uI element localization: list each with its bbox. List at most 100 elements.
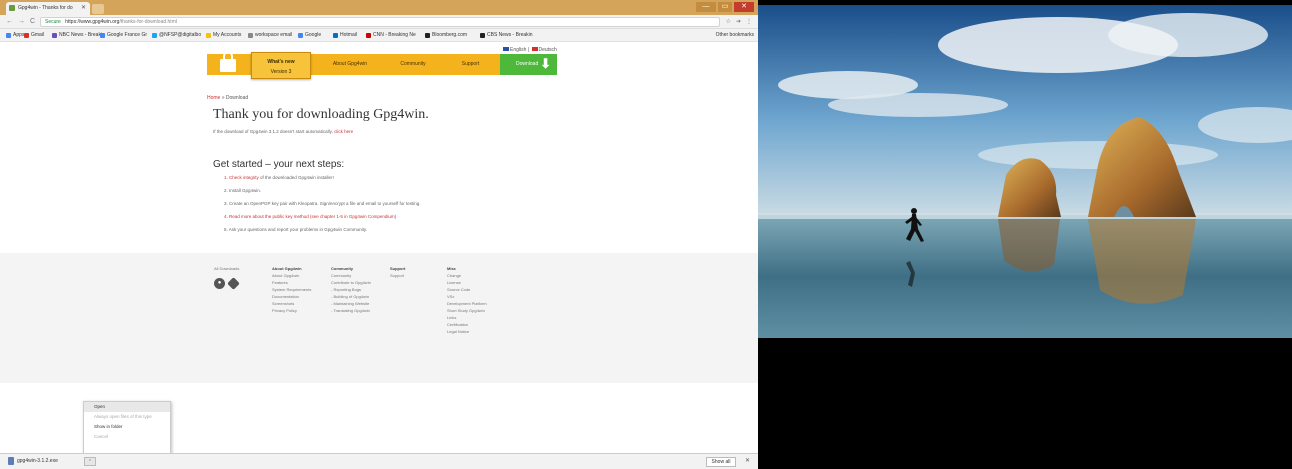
minimize-button[interactable]: — bbox=[696, 2, 716, 12]
download-arrow-icon: ⬇ bbox=[540, 56, 551, 71]
download-item[interactable]: gpg4win-3.1.2.exe bbox=[8, 457, 58, 465]
step-item: 2. Install Gpg4win. bbox=[224, 188, 421, 201]
close-window-button[interactable]: ✕ bbox=[734, 2, 754, 12]
footer-link[interactable]: Short Study Gpg4win bbox=[447, 307, 487, 314]
step-item: 4. Read more about the public key method… bbox=[224, 214, 421, 227]
footer-link[interactable]: Privacy Policy bbox=[272, 307, 311, 314]
tab-close-icon[interactable]: ✕ bbox=[81, 4, 86, 11]
bookmark-favicon-icon bbox=[24, 32, 29, 38]
footer-link[interactable]: Screenshots bbox=[272, 300, 311, 307]
bookmark-favicon-icon bbox=[425, 32, 430, 38]
click-here-link[interactable]: click here bbox=[334, 129, 353, 134]
bookmark-item[interactable]: My Accounts bbox=[206, 32, 241, 38]
footer-link[interactable]: - Reporting Bugs bbox=[331, 286, 371, 293]
bookmark-item[interactable]: @NFSP@digitalbo bbox=[152, 32, 201, 38]
bookmark-item[interactable]: NBC News - Breakin bbox=[52, 32, 105, 38]
bookmark-favicon-icon bbox=[298, 32, 303, 38]
footer-link[interactable]: About Gpg4win bbox=[272, 272, 311, 279]
whats-new-title: What's new bbox=[267, 59, 295, 65]
browser-tab[interactable]: Gpg4win - Thanks for do ✕ bbox=[6, 2, 90, 15]
desktop-black-area bbox=[758, 338, 1292, 469]
breadcrumb-home[interactable]: Home bbox=[207, 95, 220, 101]
github-icon[interactable]: ● bbox=[214, 278, 225, 289]
subline-text: If the download of Gpg4win 3.1.2 doesn't… bbox=[213, 129, 333, 134]
footer-all-downloads[interactable]: All Downloads bbox=[214, 265, 239, 272]
download-menu-caret[interactable]: ⌃ bbox=[84, 457, 96, 466]
back-icon[interactable]: ← bbox=[6, 18, 13, 25]
new-tab-button[interactable] bbox=[92, 4, 104, 14]
footer-link[interactable]: Contribute to Gpg4win bbox=[331, 279, 371, 286]
context-menu-item[interactable]: Open bbox=[84, 402, 170, 412]
forward-icon[interactable]: → bbox=[18, 18, 25, 25]
bookmark-item[interactable]: workspace email bbox=[248, 32, 292, 38]
bookmark-item[interactable]: Google bbox=[298, 32, 321, 38]
bookmark-item[interactable]: Gmail bbox=[24, 32, 44, 38]
nav-community[interactable]: Community bbox=[383, 54, 443, 75]
footer-link[interactable]: - Translating Gpg4win bbox=[331, 307, 371, 314]
download-context-menu: Open Always open files of this type Show i… bbox=[83, 401, 171, 456]
nav-about[interactable]: About Gpg4win bbox=[320, 54, 380, 75]
footer-link[interactable]: Documentation bbox=[272, 293, 311, 300]
step-link[interactable]: 1. Check integrity bbox=[224, 175, 259, 180]
step-text: 3. Create an OpenPGP key pair with Kleop… bbox=[224, 201, 421, 206]
window-controls: — ▭ ✕ bbox=[696, 2, 754, 13]
whats-new-badge[interactable]: What's new Version 3 bbox=[251, 52, 311, 79]
footer-link[interactable]: Support bbox=[390, 272, 405, 279]
nav-download-button[interactable]: Download ⬇ bbox=[500, 54, 557, 75]
shelf-close-icon[interactable]: ✕ bbox=[745, 457, 750, 464]
bookmark-item[interactable]: CBS News - Breakin bbox=[480, 32, 533, 38]
diaspora-icon[interactable] bbox=[227, 277, 240, 290]
bookmark-item[interactable]: Hotmail bbox=[333, 32, 357, 38]
footer-col-heading[interactable]: Community bbox=[331, 265, 371, 272]
reload-icon[interactable]: C bbox=[30, 18, 35, 25]
lang-english-link[interactable]: English bbox=[510, 47, 526, 53]
context-menu-item[interactable]: Show in folder bbox=[84, 422, 170, 432]
footer-link[interactable]: Certification bbox=[447, 321, 487, 328]
bookmark-favicon-icon bbox=[480, 32, 485, 38]
footer-col-heading[interactable]: Support bbox=[390, 265, 405, 272]
footer-link[interactable]: Change bbox=[447, 272, 487, 279]
footer-misc-col: Misc Change License Source Code VSx Developme… bbox=[447, 265, 487, 335]
footer-link[interactable]: - Maintaining Website bbox=[331, 300, 371, 307]
bookmark-item[interactable]: Google France Gr bbox=[100, 32, 147, 38]
bookmark-item[interactable]: Apps bbox=[6, 32, 24, 38]
page-title: Thank you for downloading Gpg4win. bbox=[213, 107, 429, 122]
footer-link[interactable]: Source Code bbox=[447, 286, 487, 293]
footer-link[interactable]: System Requirements bbox=[272, 286, 311, 293]
footer-link[interactable]: Features bbox=[272, 279, 311, 286]
url-input[interactable]: Secure https://www.gpg4win.org/thanks-fo… bbox=[40, 17, 720, 27]
extension-icon[interactable]: ➔ bbox=[736, 18, 741, 25]
menu-icon[interactable]: ⋮ bbox=[746, 18, 752, 25]
step-item: 1. Check integrity of the downloaded Gpg… bbox=[224, 175, 421, 188]
footer-col-heading[interactable]: Misc bbox=[447, 265, 487, 272]
footer-col-heading[interactable]: About Gpg4win bbox=[272, 265, 311, 272]
footer-link[interactable]: Legal Notice bbox=[447, 328, 487, 335]
footer-link[interactable]: VSx bbox=[447, 293, 487, 300]
show-all-button[interactable]: Show all bbox=[706, 457, 736, 467]
bookmark-item[interactable]: Bloomberg.com bbox=[425, 32, 467, 38]
download-subline: If the download of Gpg4win 3.1.2 doesn't… bbox=[213, 129, 353, 134]
lang-separator: | bbox=[527, 47, 530, 53]
next-steps-list: 1. Check integrity of the downloaded Gpg… bbox=[224, 175, 421, 240]
nav-support[interactable]: Support bbox=[443, 54, 498, 75]
other-bookmarks[interactable]: Other bookmarks bbox=[714, 32, 754, 38]
bookmark-label: My Accounts bbox=[213, 32, 242, 38]
step-link[interactable]: 4. Read more about the public key method… bbox=[224, 214, 396, 219]
step-text: of the downloaded Gpg4win installer! bbox=[258, 175, 334, 180]
lang-deutsch-link[interactable]: Deutsch bbox=[539, 47, 557, 53]
bookmark-item[interactable]: CNN - Breaking Ne bbox=[366, 32, 416, 38]
footer-link[interactable]: Development Platform bbox=[447, 300, 487, 307]
de-flag-icon bbox=[531, 47, 538, 51]
gpg4win-favicon-icon bbox=[9, 5, 15, 11]
maximize-button[interactable]: ▭ bbox=[718, 2, 732, 12]
gpg4win-logo-icon[interactable] bbox=[218, 51, 238, 75]
footer-link[interactable]: Links bbox=[447, 314, 487, 321]
browser-window: Gpg4win - Thanks for do ✕ — ▭ ✕ ← → C Se… bbox=[0, 0, 758, 469]
omnibox-actions: ☆ ➔ ⋮ bbox=[726, 18, 752, 25]
star-icon[interactable]: ☆ bbox=[726, 18, 731, 25]
bookmark-label: Hotmail bbox=[340, 32, 357, 38]
footer-link[interactable]: License bbox=[447, 279, 487, 286]
uk-flag-icon bbox=[503, 47, 509, 51]
footer-link[interactable]: Community bbox=[331, 272, 371, 279]
footer-link[interactable]: - Building of Gpg4win bbox=[331, 293, 371, 300]
